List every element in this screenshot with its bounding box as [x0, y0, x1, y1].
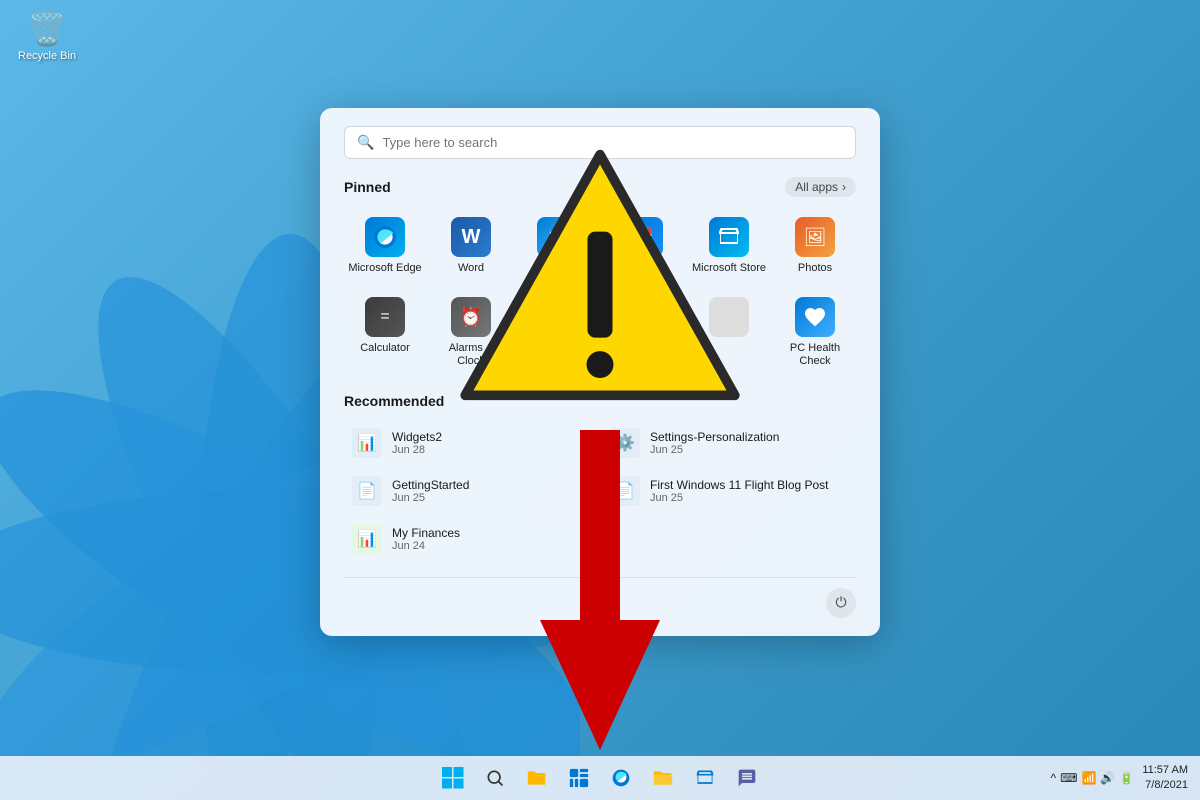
recommended-grid: 📊 Widgets2 Jun 28 ⚙️ Settings-Personaliz… [344, 421, 856, 561]
edge-label: Microsoft Edge [348, 262, 421, 275]
app-photos[interactable]: 🖼 Photos [774, 209, 856, 283]
rec-getting-started-text: GettingStarted Jun 25 [392, 478, 469, 504]
rec-getting-started-name: GettingStarted [392, 478, 469, 492]
rec-finances-date: Jun 24 [392, 540, 460, 552]
calc-icon: = [365, 297, 405, 337]
taskbar: ^ ⌨ 📶 🔊 🔋 11:57 AM 7/8/2021 [0, 756, 1200, 800]
mail-icon: ✉ [537, 217, 577, 257]
rec-blog-icon: 📄 [610, 476, 640, 506]
taskbar-time-date[interactable]: 11:57 AM 7/8/2021 [1142, 763, 1188, 794]
photos-label: Photos [798, 262, 832, 275]
volume-icon: 🔊 [1100, 771, 1115, 785]
rec-blog-text: First Windows 11 Flight Blog Post Jun 25 [650, 478, 829, 504]
store-label: Microsoft Store [692, 262, 766, 275]
chevron-up-icon[interactable]: ^ [1051, 771, 1057, 785]
app-word[interactable]: W Word [430, 209, 512, 283]
app-notepad[interactable]: 📝 Notepad [516, 289, 598, 376]
recycle-bin-label: Recycle Bin [18, 50, 76, 62]
app-health-check[interactable]: PC Health Check [774, 289, 856, 376]
app-store[interactable]: Microsoft Store [688, 209, 770, 283]
app-calculator[interactable]: = Calculator [344, 289, 426, 376]
recommended-title: Recommended [344, 393, 444, 409]
rec-blog-name: First Windows 11 Flight Blog Post [650, 478, 829, 492]
store-icon [709, 217, 749, 257]
search-bar[interactable]: 🔍 [344, 126, 856, 159]
start-menu: 🔍 Pinned All apps › Microsoft Edge W [320, 108, 880, 636]
taskbar-time: 11:57 AM [1142, 763, 1188, 778]
pinned-header: Pinned All apps › [344, 177, 856, 197]
recycle-bin-icon: 🗑️ [27, 10, 67, 48]
search-icon: 🔍 [357, 134, 374, 151]
rec-widgets2-text: Widgets2 Jun 28 [392, 430, 442, 456]
start-button[interactable] [435, 760, 471, 796]
file-explorer2-button[interactable] [645, 760, 681, 796]
app-edge[interactable]: Microsoft Edge [344, 209, 426, 283]
rec-getting-started-icon: 📄 [352, 476, 382, 506]
rec-settings-text: Settings-Personalization Jun 25 [650, 430, 779, 456]
health-check-label: PC Health Check [778, 342, 852, 368]
recommended-section: Recommended 📊 Widgets2 Jun 28 ⚙️ Setting… [344, 393, 856, 561]
mail-label: Mail [547, 262, 567, 275]
all-apps-button[interactable]: All apps › [785, 177, 856, 197]
search-taskbar-button[interactable] [477, 760, 513, 796]
rec-widgets2-name: Widgets2 [392, 430, 442, 444]
rec-finances-icon: 📊 [352, 524, 382, 554]
search-input[interactable] [382, 135, 843, 150]
notepad-icon: 📝 [537, 297, 577, 337]
rec-widgets2-date: Jun 28 [392, 444, 442, 456]
app-blocked1[interactable] [602, 289, 684, 376]
rec-finances-name: My Finances [392, 526, 460, 540]
clock-icon: ⏰ [451, 297, 491, 337]
rec-blog[interactable]: 📄 First Windows 11 Flight Blog Post Jun … [602, 469, 856, 513]
rec-getting-started-date: Jun 25 [392, 492, 469, 504]
taskbar-center [435, 760, 765, 796]
rec-settings-date: Jun 25 [650, 444, 779, 456]
rec-finances[interactable]: 📊 My Finances Jun 24 [344, 517, 598, 561]
power-button[interactable]: ⏻ [826, 588, 856, 618]
blocked1-icon [623, 297, 663, 337]
app-calendar[interactable]: 📅 Calendar [602, 209, 684, 283]
rec-settings-name: Settings-Personalization [650, 430, 779, 444]
file-explorer-button[interactable] [519, 760, 555, 796]
taskbar-right: ^ ⌨ 📶 🔊 🔋 11:57 AM 7/8/2021 [1051, 763, 1189, 794]
calc-label: Calculator [360, 342, 410, 355]
notepad-label: Notepad [536, 342, 578, 355]
health-check-icon [795, 297, 835, 337]
app-mail[interactable]: ✉ Mail [516, 209, 598, 283]
photos-icon: 🖼 [795, 217, 835, 257]
keyboard-icon: ⌨ [1060, 771, 1077, 785]
recommended-header: Recommended [344, 393, 856, 409]
edge-icon [365, 217, 405, 257]
chevron-right-icon: › [842, 180, 846, 194]
recycle-bin[interactable]: 🗑️ Recycle Bin [18, 10, 76, 62]
store-taskbar-button[interactable] [687, 760, 723, 796]
blocked2-icon [709, 297, 749, 337]
calendar-icon: 📅 [623, 217, 663, 257]
rec-finances-text: My Finances Jun 24 [392, 526, 460, 552]
all-apps-label: All apps [795, 180, 838, 194]
calendar-label: Calendar [621, 262, 666, 275]
word-label: Word [458, 262, 484, 275]
clock-label: Alarms & Clock [434, 342, 508, 368]
rec-blog-date: Jun 25 [650, 492, 829, 504]
widgets-button[interactable] [561, 760, 597, 796]
pinned-grid: Microsoft Edge W Word ✉ Mail 📅 Calendar [344, 209, 856, 377]
battery-icon: 🔋 [1119, 771, 1134, 785]
rec-widgets2-icon: 📊 [352, 428, 382, 458]
rec-settings-icon: ⚙️ [610, 428, 640, 458]
app-clock[interactable]: ⏰ Alarms & Clock [430, 289, 512, 376]
taskbar-date: 7/8/2021 [1145, 778, 1188, 793]
app-blocked2[interactable] [688, 289, 770, 376]
pinned-title: Pinned [344, 179, 391, 195]
wifi-icon: 📶 [1081, 771, 1096, 785]
rec-getting-started[interactable]: 📄 GettingStarted Jun 25 [344, 469, 598, 513]
start-menu-bottom: ⏻ [344, 577, 856, 618]
rec-widgets2[interactable]: 📊 Widgets2 Jun 28 [344, 421, 598, 465]
edge-taskbar-button[interactable] [603, 760, 639, 796]
taskbar-sys-icons[interactable]: ^ ⌨ 📶 🔊 🔋 [1051, 771, 1135, 785]
word-icon: W [451, 217, 491, 257]
rec-settings[interactable]: ⚙️ Settings-Personalization Jun 25 [602, 421, 856, 465]
teams-button[interactable] [729, 760, 765, 796]
